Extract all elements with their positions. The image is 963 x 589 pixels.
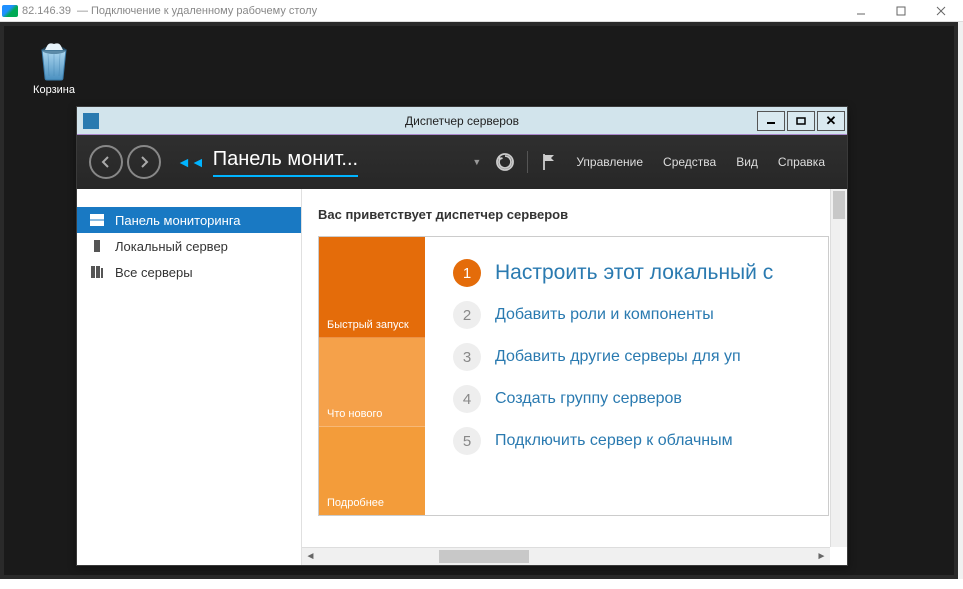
rdp-title: — Подключение к удаленному рабочему стол… [77,5,317,17]
recycle-bin-label: Корзина [24,84,84,96]
recycle-bin-icon[interactable]: Корзина [24,38,84,96]
rdp-icon [2,5,18,17]
step-1[interactable]: 1 Настроить этот локальный с [453,259,828,287]
sm-close-button[interactable]: ✕ [817,111,845,131]
step-3[interactable]: 3 Добавить другие серверы для уп [453,343,828,371]
flag-icon[interactable] [540,152,558,172]
step-number: 1 [453,259,481,287]
toolbar-separator [527,151,528,173]
step-text: Добавить роли и компоненты [495,306,714,324]
step-4[interactable]: 4 Создать группу серверов [453,385,828,413]
servers-icon [89,265,105,279]
dashboard-icon [89,213,105,227]
sidebar: Панель мониторинга Локальный сервер Все … [77,189,302,565]
scroll-right-button[interactable]: ► [813,549,830,565]
rdp-titlebar: 82.146.39 — Подключение к удаленному раб… [0,0,963,22]
dropdown-caret-icon[interactable]: ▼ [472,157,481,167]
menu-view[interactable]: Вид [736,155,758,169]
step-text: Настроить этот локальный с [495,261,773,285]
sidebar-item-dashboard[interactable]: Панель мониторинга [77,207,301,233]
steps-list: 1 Настроить этот локальный с 2 Добавить … [425,237,828,515]
sidebar-item-label: Локальный сервер [115,239,228,254]
maximize-button[interactable] [881,1,921,21]
step-number: 5 [453,427,481,455]
menu-manage[interactable]: Управление [576,155,643,169]
breadcrumb-arrows-icon: ◄◄ [177,154,205,170]
server-manager-toolbar: ◄◄ Панель монит... ▼ Управление Средства… [77,135,847,189]
scrollbar-thumb[interactable] [439,550,529,563]
step-number: 3 [453,343,481,371]
tile-whats-new[interactable]: Что нового [319,338,425,427]
vertical-scrollbar[interactable] [830,189,847,547]
welcome-heading: Вас приветствует диспетчер серверов [316,189,829,236]
main-panel: ◄ ► Вас приветствует диспетчер серверов … [302,189,847,565]
step-2[interactable]: 2 Добавить роли и компоненты [453,301,828,329]
server-manager-icon [83,113,99,129]
horizontal-scrollbar[interactable]: ◄ ► [302,547,830,565]
step-text: Добавить другие серверы для уп [495,348,741,366]
sidebar-item-label: Панель мониторинга [115,213,241,228]
close-button[interactable] [921,1,961,21]
step-number: 4 [453,385,481,413]
desktop-area[interactable]: Корзина Диспетчер серверов ✕ [4,26,954,575]
server-manager-titlebar[interactable]: Диспетчер серверов ✕ [77,107,847,135]
server-manager-body: Панель мониторинга Локальный сервер Все … [77,189,847,565]
scroll-left-button[interactable]: ◄ [302,549,319,565]
tile-learn-more[interactable]: Подробнее [319,427,425,515]
refresh-icon[interactable] [495,152,515,172]
sidebar-item-label: Все серверы [115,265,193,280]
remote-desktop: Корзина Диспетчер серверов ✕ [0,22,958,579]
server-manager-window: Диспетчер серверов ✕ ◄◄ Панель монит... [76,106,848,566]
step-5[interactable]: 5 Подключить сервер к облачным [453,427,828,455]
nav-forward-button[interactable] [127,145,161,179]
sidebar-item-local-server[interactable]: Локальный сервер [77,233,301,259]
server-manager-title: Диспетчер серверов [77,114,847,128]
nav-back-button[interactable] [89,145,123,179]
outer-scrollbar[interactable] [958,22,963,579]
sidebar-item-all-servers[interactable]: Все серверы [77,259,301,285]
tile-quick-start[interactable]: Быстрый запуск [319,237,425,338]
welcome-tile: Быстрый запуск Что нового Подробнее 1 На… [318,236,829,516]
step-number: 2 [453,301,481,329]
step-text: Подключить сервер к облачным [495,432,733,450]
rdp-ip: 82.146.39 [22,5,71,17]
menu-tools[interactable]: Средства [663,155,716,169]
breadcrumb-text[interactable]: Панель монит... [213,148,358,177]
menu-help[interactable]: Справка [778,155,825,169]
sm-maximize-button[interactable] [787,111,815,131]
step-text: Создать группу серверов [495,390,682,408]
trash-icon [33,38,75,82]
minimize-button[interactable] [841,1,881,21]
sm-minimize-button[interactable] [757,111,785,131]
server-icon [89,239,105,253]
